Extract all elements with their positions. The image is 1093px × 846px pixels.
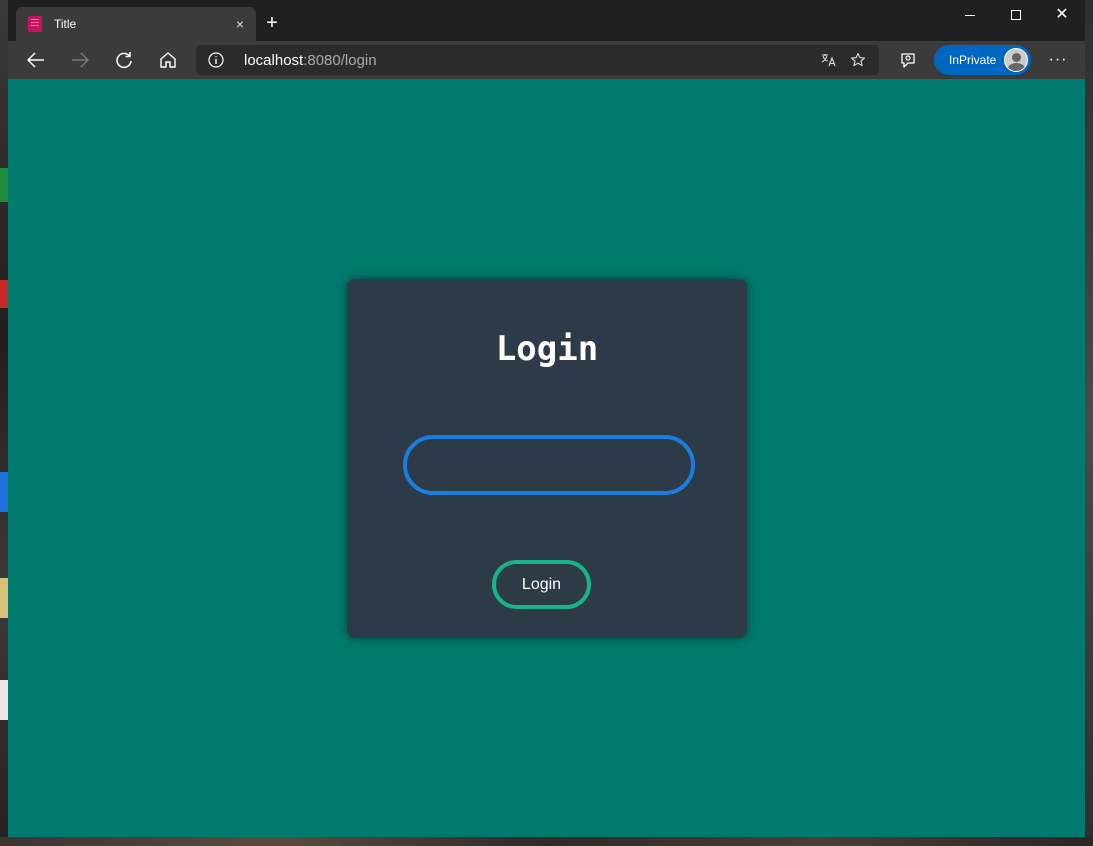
inprivate-badge[interactable]: InPrivate [934, 45, 1031, 75]
tab-close-icon[interactable]: × [230, 14, 250, 34]
info-icon[interactable] [208, 52, 224, 68]
browser-window: Title × + ✕ localhost:8080/login InPriva… [8, 0, 1085, 837]
page-content: Login Login [8, 79, 1085, 837]
more-button[interactable]: ··· [1042, 44, 1074, 76]
login-input[interactable] [403, 435, 695, 495]
forward-icon [72, 52, 89, 68]
browser-tab[interactable]: Title × [16, 7, 256, 41]
immersive-reader-icon [901, 53, 915, 68]
refresh-button[interactable] [108, 44, 140, 76]
close-icon: ✕ [1055, 6, 1069, 23]
tab-title: Title [54, 17, 77, 31]
login-title: Login [495, 329, 599, 369]
maximize-icon [1011, 10, 1021, 20]
home-button[interactable] [152, 44, 184, 76]
desktop-icon-fragment [0, 472, 8, 512]
more-icon: ··· [1048, 51, 1068, 68]
desktop-icon-fragment [0, 578, 8, 618]
refresh-icon [116, 52, 132, 69]
inprivate-label: InPrivate [949, 53, 997, 67]
login-button[interactable]: Login [492, 560, 591, 609]
new-tab-button[interactable]: + [260, 11, 284, 35]
address-bar[interactable]: localhost:8080/login [196, 45, 879, 75]
home-icon [160, 52, 176, 68]
read-aloud-icon[interactable] [813, 45, 843, 75]
window-close-button[interactable]: ✕ [1039, 0, 1085, 30]
desktop-icon-fragment [0, 680, 8, 720]
minimize-icon [965, 14, 975, 16]
back-button[interactable] [20, 44, 52, 76]
url-host: localhost [244, 51, 304, 69]
desktop-background-right [1085, 0, 1093, 846]
desktop-background-bottom [0, 837, 1093, 846]
back-icon [27, 52, 44, 68]
url-text[interactable]: localhost:8080/login [244, 52, 813, 69]
minimize-button[interactable] [947, 0, 993, 30]
desktop-background-left [0, 0, 8, 846]
tab-bar: Title × + ✕ [8, 0, 1085, 41]
login-card: Login Login [347, 279, 747, 638]
forward-button[interactable] [64, 44, 96, 76]
url-path: :8080/login [303, 51, 377, 69]
desktop-icon-fragment [0, 280, 8, 308]
immersive-reader-button[interactable] [892, 44, 924, 76]
favorite-star-icon[interactable] [843, 45, 873, 75]
maximize-button[interactable] [993, 0, 1039, 30]
desktop-icon-fragment [0, 168, 8, 202]
navigation-bar: localhost:8080/login InPrivate ··· [8, 41, 1085, 79]
avatar-icon [1004, 48, 1028, 72]
page-favicon-icon [28, 16, 42, 32]
